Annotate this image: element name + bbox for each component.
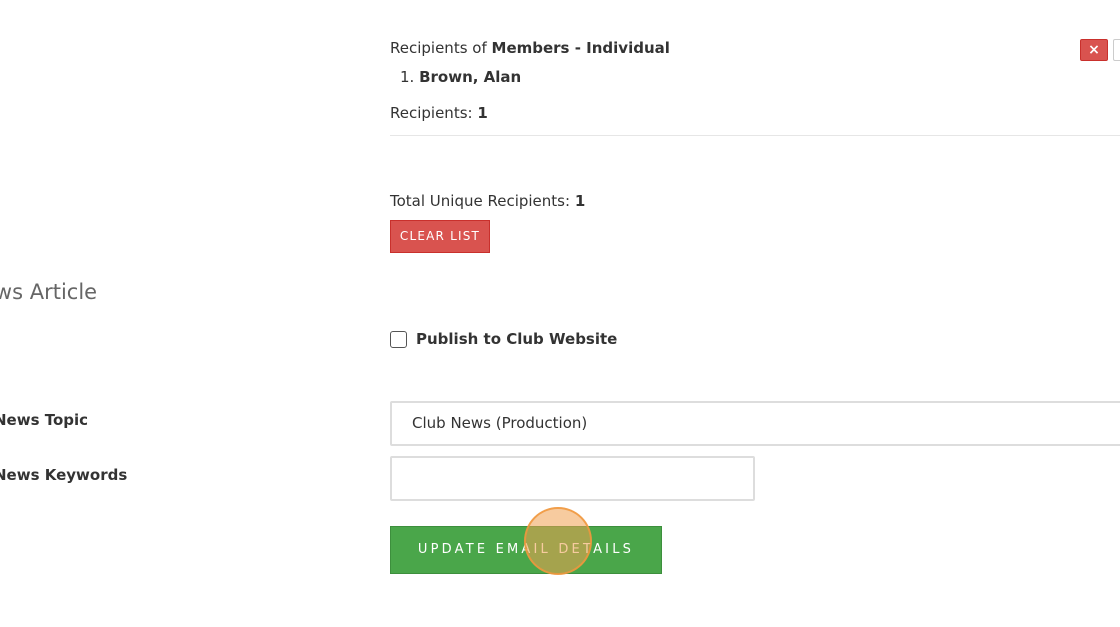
close-icon: × <box>1088 42 1100 58</box>
news-keywords-label: News Keywords <box>0 466 128 484</box>
publish-label[interactable]: Publish to Club Website <box>416 330 617 348</box>
publish-checkbox[interactable] <box>390 331 407 348</box>
recipients-prefix: Recipients of <box>390 39 492 57</box>
remove-group-button[interactable]: × <box>1080 39 1108 61</box>
news-keywords-input[interactable] <box>390 456 755 501</box>
recipients-group-heading: Recipients of Members - Individual <box>390 39 670 57</box>
news-topic-selected-value[interactable]: Club News (Production) <box>412 414 587 432</box>
recipients-count: Recipients: 1 <box>390 104 488 122</box>
clear-list-button[interactable]: CLEAR LIST <box>390 220 490 253</box>
recipient-name: Brown, Alan <box>419 68 522 86</box>
recipients-count-value: 1 <box>477 104 488 122</box>
divider <box>390 135 1120 136</box>
total-value: 1 <box>574 192 586 210</box>
section-heading: ews Article <box>0 280 98 304</box>
recipients-count-label: Recipients: <box>390 104 478 122</box>
total-label: Total Unique Recipients: <box>390 192 575 210</box>
list-item-index: 1. <box>400 68 415 86</box>
list-item: 1. Brown, Alan <box>400 68 521 86</box>
total-unique-recipients: Total Unique Recipients: 1 <box>390 192 585 210</box>
news-topic-label: News Topic <box>0 411 89 429</box>
update-email-details-button[interactable]: UPDATE EMAIL DETAILS <box>390 526 662 574</box>
recipients-group-name: Members - Individual <box>491 39 670 57</box>
group-option-button[interactable] <box>1113 39 1120 61</box>
